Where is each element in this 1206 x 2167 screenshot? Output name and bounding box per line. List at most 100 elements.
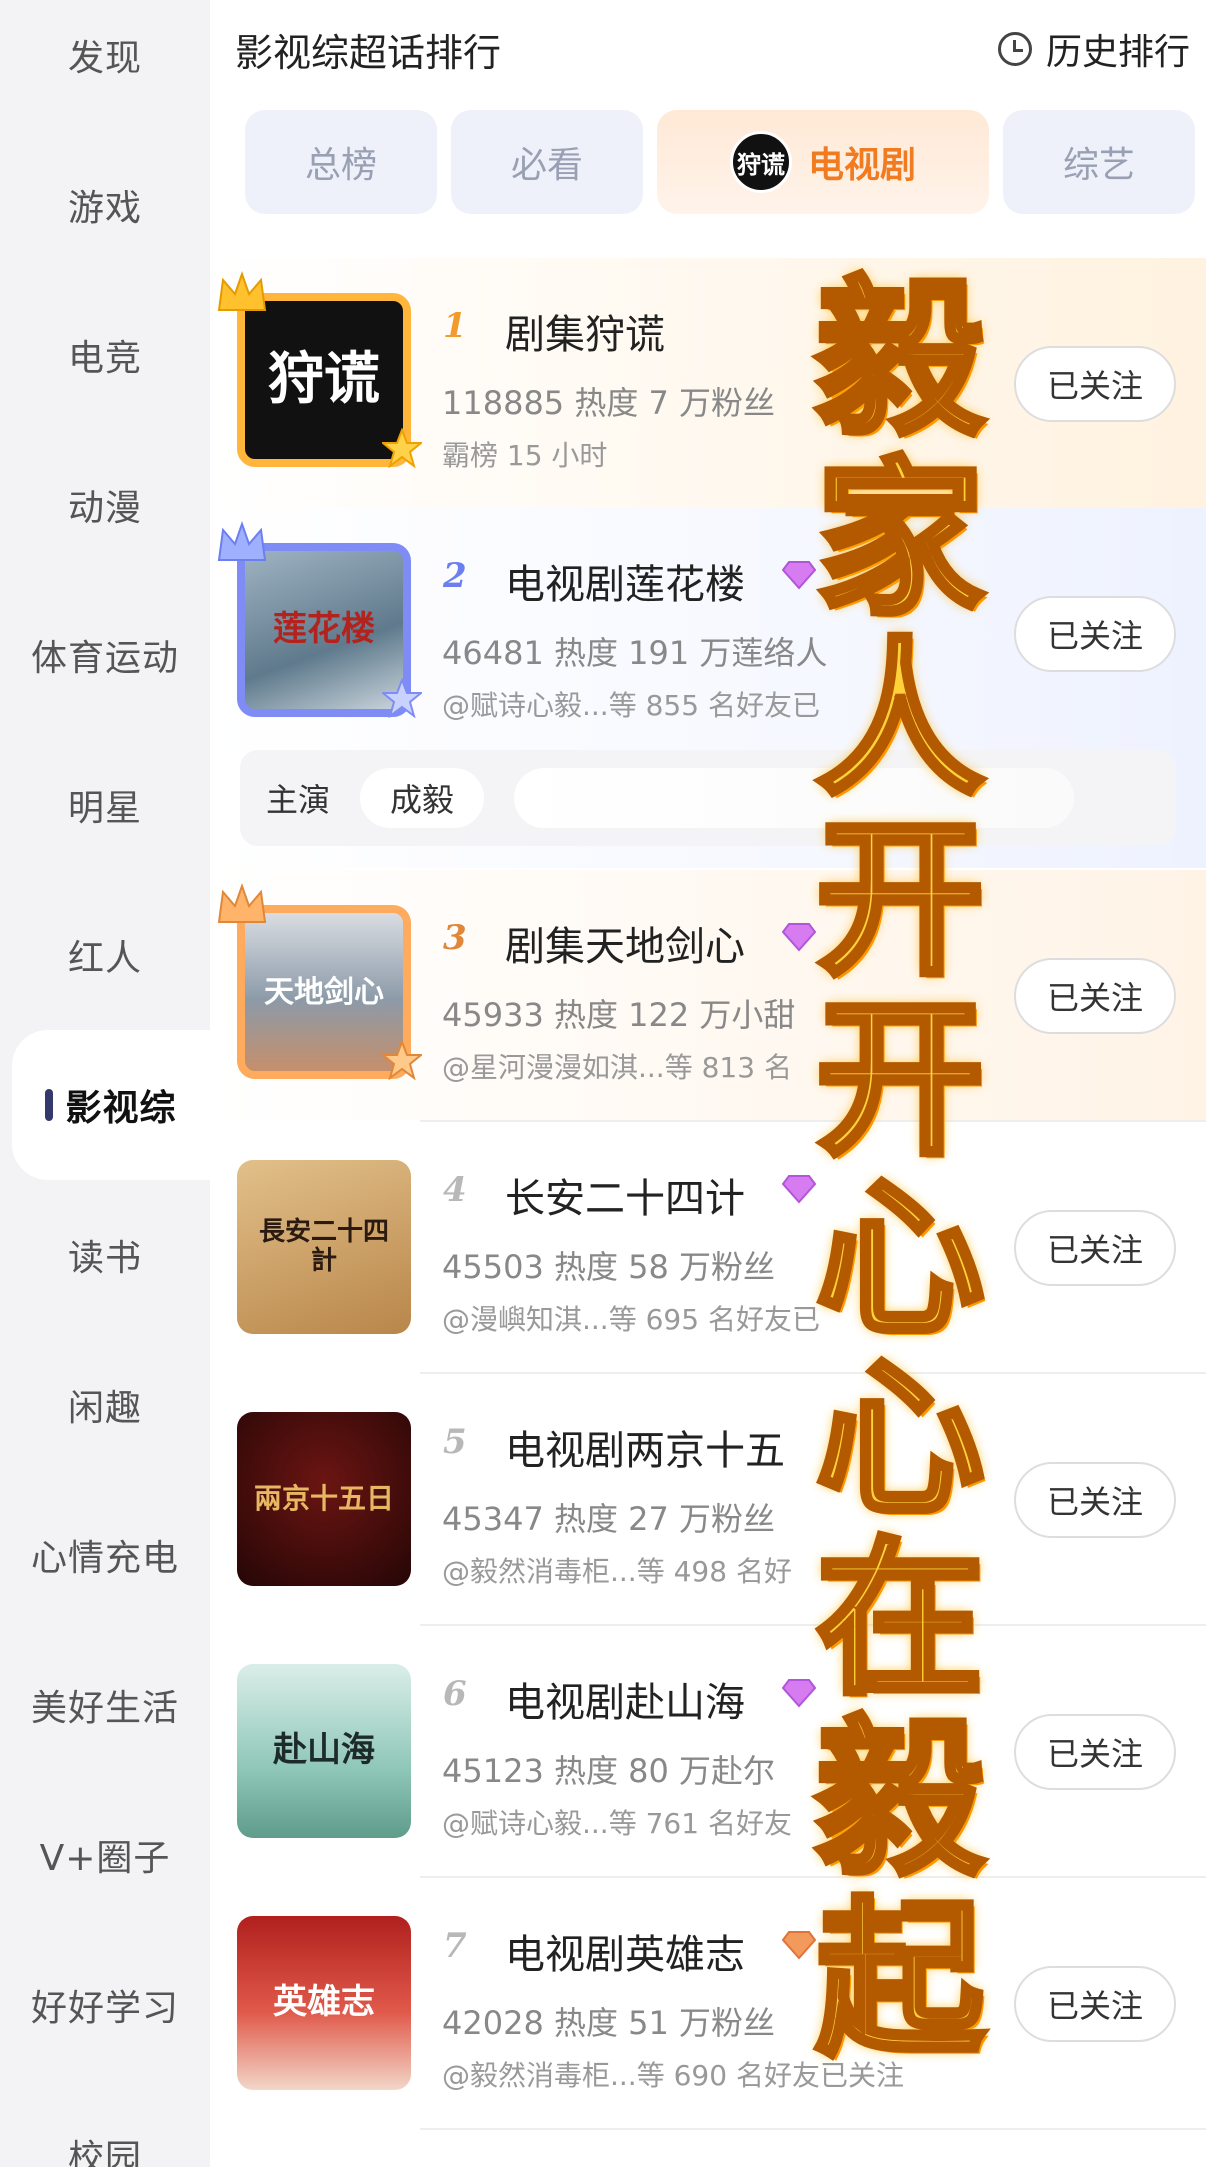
follow-label: 已关注 <box>1046 1987 1143 2025</box>
rank-name: 电视剧莲花楼 <box>505 562 745 608</box>
rank-item-2[interactable]: 莲花楼 2 电视剧莲花楼 46481 热度 191 万莲络人 @赋诗心毅...等… <box>210 508 1206 868</box>
rank-number: 6 <box>443 1674 467 1714</box>
crown-icon <box>217 520 267 561</box>
sidebar-item-label: 红人 <box>67 938 142 979</box>
tab-label: 电视剧 <box>807 145 916 186</box>
sidebar-item-campus[interactable]: 校园 <box>0 2080 210 2167</box>
tab-label: 必看 <box>510 145 583 186</box>
sidebar-item-label: V+圈子 <box>39 1838 171 1879</box>
sidebar-item-anime[interactable]: 动漫 <box>0 430 210 580</box>
poster-title: 莲花楼 <box>273 609 375 650</box>
follow-label: 已关注 <box>1046 367 1143 405</box>
sidebar-item-film-tv[interactable]: 影视综 <box>12 1030 210 1180</box>
main-content: 影视综超话排行 历史排行 总榜 必看 狩谎 电视剧 综艺 狩谎 1 剧集狩谎 1… <box>210 0 1206 2167</box>
poster-title: 天地剑心 <box>264 974 384 1010</box>
follow-label: 已关注 <box>1046 1735 1143 1773</box>
sidebar-item-discover[interactable]: 发现 <box>0 0 210 130</box>
cast-row: 主演 成毅 <box>240 750 1176 846</box>
follow-button[interactable]: 已关注 <box>1014 346 1176 422</box>
sidebar-item-label: 好好学习 <box>30 1988 179 2029</box>
overlay-char: 心 <box>813 1162 987 1358</box>
rank-number: 7 <box>443 1926 467 1966</box>
sidebar-item-label: 电竞 <box>67 338 142 379</box>
sidebar-item-label: 动漫 <box>67 488 142 529</box>
rank-sub: @星河漫漫如淇...等 813 名 <box>442 1051 792 1084</box>
sidebar-item-label: 美好生活 <box>30 1688 179 1729</box>
star-icon <box>382 678 422 718</box>
rank-stats: 45123 热度 80 万赴尔 <box>442 1752 776 1790</box>
poster-title: 狩谎 <box>268 346 380 413</box>
overlay-char: 心 <box>813 1342 987 1538</box>
sidebar-item-influencers[interactable]: 红人 <box>0 880 210 1030</box>
rank-item-7[interactable]: 英雄志 7 电视剧英雄志 42028 热度 51 万粉丝 @毅然消毒柜...等 … <box>210 1878 1206 2128</box>
rank-number: 5 <box>443 1422 467 1462</box>
poster-title: 英雄志 <box>273 1982 375 2023</box>
rank-sub: @漫嶼知淇...等 695 名好友已 <box>442 1303 820 1336</box>
follow-button[interactable]: 已关注 <box>1014 1210 1176 1286</box>
rank-name: 剧集天地剑心 <box>505 924 745 970</box>
category-tabs: 总榜 必看 狩谎 电视剧 综艺 <box>245 110 1206 214</box>
cast-chip[interactable]: 成毅 <box>360 768 485 828</box>
rank-name: 剧集狩谎 <box>505 312 665 358</box>
follow-button[interactable]: 已关注 <box>1014 1462 1176 1538</box>
tab-variety[interactable]: 综艺 <box>1003 110 1195 214</box>
overlay-char: 人 <box>813 622 987 818</box>
active-indicator <box>45 1089 54 1121</box>
overlay-caption: 毅 家 人 开 开 心 心 在 毅 起 <box>790 262 1010 2078</box>
sidebar-item-stars[interactable]: 明星 <box>0 730 210 880</box>
sidebar-item-label: 校园 <box>67 2138 142 2167</box>
sidebar-item-label: 读书 <box>67 1238 142 1279</box>
page-title: 影视综超话排行 <box>235 30 502 75</box>
follow-button[interactable]: 已关注 <box>1014 958 1176 1034</box>
page-header: 影视综超话排行 历史排行 <box>235 23 1190 75</box>
follow-label: 已关注 <box>1046 1483 1143 1521</box>
rank-name: 电视剧赴山海 <box>505 1680 745 1726</box>
rank-stats: 45503 热度 58 万粉丝 <box>442 1248 776 1286</box>
sidebar-item-vplus[interactable]: V+圈子 <box>0 1780 210 1930</box>
sidebar-item-mood[interactable]: 心情充电 <box>0 1480 210 1630</box>
poster-image: 兩京十五日 <box>237 1412 411 1586</box>
rank-item-3[interactable]: 天地剑心 3 剧集天地剑心 45933 热度 122 万小甜 @星河漫漫如淇..… <box>210 870 1206 1120</box>
sidebar-item-esports[interactable]: 电竞 <box>0 280 210 430</box>
overlay-char: 起 <box>813 1882 987 2078</box>
tab-overall[interactable]: 总榜 <box>245 110 437 214</box>
sidebar-item-label: 明星 <box>67 788 142 829</box>
history-ranking-button[interactable]: 历史排行 <box>997 23 1190 75</box>
category-sidebar: 发现 游戏 电竞 动漫 体育运动 明星 红人 影视综 读书 闲趣 心情充电 美好… <box>0 0 210 2167</box>
sidebar-item-leisure[interactable]: 闲趣 <box>0 1330 210 1480</box>
rank-item-1[interactable]: 狩谎 1 剧集狩谎 118885 热度 7 万粉丝 霸榜 15 小时 已关注 <box>210 258 1206 508</box>
overlay-char: 毅 <box>813 262 987 458</box>
star-icon <box>382 1040 422 1080</box>
rank-item-6[interactable]: 赴山海 6 电视剧赴山海 45123 热度 80 万赴尔 @赋诗心毅...等 7… <box>210 1626 1206 1876</box>
poster-title: 兩京十五日 <box>253 1481 394 1515</box>
overlay-char: 开 <box>813 802 987 998</box>
sidebar-item-good-life[interactable]: 美好生活 <box>0 1630 210 1780</box>
rank-sub: @毅然消毒柜...等 498 名好 <box>442 1555 792 1588</box>
follow-button[interactable]: 已关注 <box>1014 1714 1176 1790</box>
rank-sub: 霸榜 15 小时 <box>442 439 608 472</box>
tab-label: 综艺 <box>1062 145 1135 186</box>
sidebar-item-label: 影视综 <box>65 1088 177 1129</box>
rank-item-5[interactable]: 兩京十五日 5 电视剧两京十五 45347 热度 27 万粉丝 @毅然消毒柜..… <box>210 1374 1206 1624</box>
rank-stats: 118885 热度 7 万粉丝 <box>442 384 776 422</box>
rank-stats: 46481 热度 191 万莲络人 <box>442 634 828 672</box>
rank-number: 1 <box>443 306 467 346</box>
follow-button[interactable]: 已关注 <box>1014 596 1176 672</box>
tab-tv-series[interactable]: 狩谎 电视剧 <box>657 110 989 214</box>
rank-name: 电视剧两京十五 <box>505 1428 785 1474</box>
sidebar-item-sports[interactable]: 体育运动 <box>0 580 210 730</box>
follow-label: 已关注 <box>1046 979 1143 1017</box>
rank-number: 4 <box>443 1170 467 1210</box>
tab-must-watch[interactable]: 必看 <box>451 110 643 214</box>
sidebar-item-label: 发现 <box>67 38 142 79</box>
rank-number: 3 <box>443 918 467 958</box>
sidebar-item-games[interactable]: 游戏 <box>0 130 210 280</box>
follow-button[interactable]: 已关注 <box>1014 1966 1176 2042</box>
rank-item-4[interactable]: 長安二十四計 4 长安二十四计 45503 热度 58 万粉丝 @漫嶼知淇...… <box>210 1122 1206 1372</box>
clock-icon <box>997 32 1032 66</box>
tab-label: 总榜 <box>304 145 377 186</box>
rank-stats: 45933 热度 122 万小甜 <box>442 996 796 1034</box>
sidebar-item-reading[interactable]: 读书 <box>0 1180 210 1330</box>
sidebar-item-study[interactable]: 好好学习 <box>0 1930 210 2080</box>
crown-icon <box>217 270 267 311</box>
